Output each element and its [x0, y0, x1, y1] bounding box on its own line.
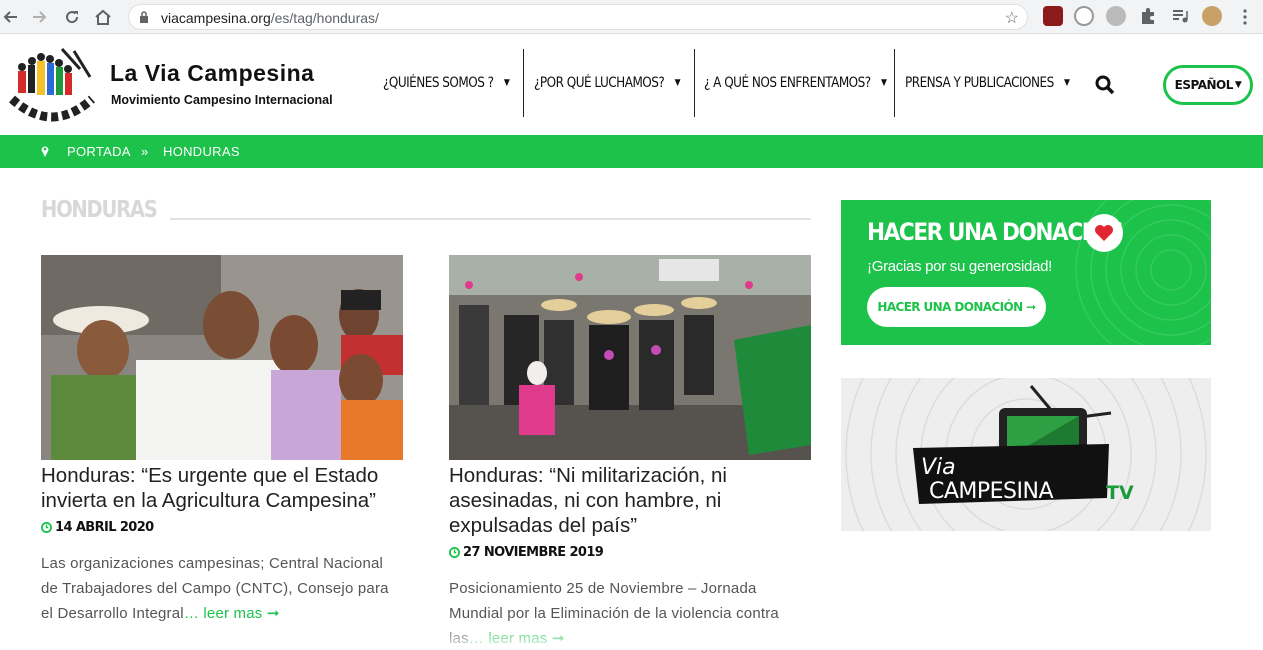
browser-menu-icon[interactable]	[1234, 6, 1256, 28]
article-date-text: 27 NOVIEMBRE 2019	[463, 545, 604, 560]
article-card: Honduras: “Es urgente que el Estado invi…	[41, 255, 403, 626]
donate-button[interactable]: HACER UNA DONACIÓN ➞	[867, 287, 1046, 327]
search-icon[interactable]	[1095, 75, 1115, 95]
la-via-campesina-logo[interactable]	[2, 43, 102, 131]
caret-down-icon: ▼	[1064, 78, 1070, 88]
lock-icon	[140, 11, 148, 23]
bookmark-star-icon[interactable]: ☆	[1005, 8, 1019, 28]
article-date: 27 NOVIEMBRE 2019	[449, 545, 811, 560]
breadcrumb-separator: »	[141, 144, 149, 159]
home-icon[interactable]	[92, 6, 114, 28]
caret-down-icon: ▼	[880, 78, 887, 88]
pdf-extension-icon[interactable]	[1043, 6, 1063, 26]
profile-avatar-icon[interactable]	[1202, 6, 1222, 26]
article-image[interactable]	[41, 255, 403, 460]
article-card: Honduras: “Ni militarización, ni asesina…	[449, 255, 811, 650]
menu-divider	[523, 49, 524, 117]
read-more-link[interactable]: … leer mas ➞	[469, 630, 565, 647]
shield-extension-icon[interactable]	[1074, 6, 1094, 26]
menu-label: PRENSA Y PUBLICACIONES	[905, 75, 1054, 91]
caret-down-icon: ▼	[674, 78, 681, 88]
tv-logo-text-2: CAMPESINA	[929, 479, 1053, 504]
article-image[interactable]	[449, 255, 811, 460]
article-excerpt: Las organizaciones campesinas; Central N…	[41, 551, 403, 626]
site-header: La Via Campesina Movimiento Campesino In…	[0, 35, 1263, 135]
clock-icon	[449, 547, 460, 558]
url-text: viacampesina.org/es/tag/honduras/	[161, 10, 379, 26]
menu-por-que-luchamos[interactable]: ¿POR QUÉ LUCHAMOS? ▼	[534, 49, 681, 117]
title-divider	[170, 218, 811, 220]
menu-label: ¿POR QUÉ LUCHAMOS?	[534, 75, 665, 91]
menu-a-que-nos-enfrentamos[interactable]: ¿ A QUÉ NOS ENFRENTAMOS? ▼	[704, 49, 887, 117]
tv-logo-text-3: TV	[1106, 482, 1134, 504]
article-date-text: 14 ABRIL 2020	[55, 520, 154, 535]
language-label: ESPAÑOL	[1174, 78, 1234, 92]
reload-icon[interactable]	[61, 6, 83, 28]
forward-icon[interactable]	[28, 6, 50, 28]
gear-extension-icon[interactable]	[1106, 6, 1126, 26]
puzzle-extension-icon[interactable]	[1138, 6, 1158, 26]
via-campesina-tv-banner[interactable]: Via CAMPESINA TV	[841, 378, 1211, 531]
brand-title[interactable]: La Via Campesina	[110, 60, 314, 87]
menu-divider	[694, 49, 695, 117]
donation-widget: HACER UNA DONACIÓN ¡Gracias por su gener…	[841, 200, 1211, 345]
donation-subtitle: ¡Gracias por su generosidad!	[867, 258, 1053, 275]
clock-icon	[41, 522, 52, 533]
map-pin-icon	[41, 146, 49, 157]
donation-title: HACER UNA DONACIÓN	[867, 218, 1123, 246]
heart-icon	[1085, 214, 1123, 252]
article-title[interactable]: Honduras: “Es urgente que el Estado invi…	[41, 463, 403, 513]
page-title: HONDURAS	[41, 197, 158, 223]
media-queue-icon[interactable]	[1170, 6, 1190, 26]
breadcrumb: PORTADA » HONDURAS	[0, 135, 1263, 168]
menu-label: ¿QUIÉNES SOMOS ?	[383, 75, 494, 91]
brand-subtitle: Movimiento Campesino Internacional	[111, 93, 333, 107]
caret-down-icon: ▼	[503, 78, 510, 88]
article-title[interactable]: Honduras: “Ni militarización, ni asesina…	[449, 463, 811, 538]
read-more-link[interactable]: … leer mas ➞	[184, 605, 280, 622]
tv-logo-text-1: Via	[921, 455, 956, 480]
back-icon[interactable]	[0, 6, 22, 28]
menu-divider	[894, 49, 895, 117]
address-bar[interactable]: viacampesina.org/es/tag/honduras/ ☆	[128, 4, 1028, 30]
menu-quienes-somos[interactable]: ¿QUIÉNES SOMOS ? ▼	[383, 49, 510, 117]
breadcrumb-current: HONDURAS	[163, 144, 240, 159]
article-date: 14 ABRIL 2020	[41, 520, 403, 535]
language-selector[interactable]: ESPAÑOL ▼	[1163, 65, 1253, 105]
breadcrumb-home[interactable]: PORTADA	[67, 144, 131, 159]
article-excerpt: Posicionamiento 25 de Noviembre – Jornad…	[449, 576, 811, 650]
caret-down-icon: ▼	[1234, 80, 1242, 90]
browser-toolbar: viacampesina.org/es/tag/honduras/ ☆	[0, 0, 1263, 34]
menu-label: ¿ A QUÉ NOS ENFRENTAMOS?	[704, 75, 871, 91]
via-campesina-tv-logo: Via CAMPESINA TV	[845, 378, 1207, 531]
menu-prensa-y-publicaciones[interactable]: PRENSA Y PUBLICACIONES ▼	[905, 49, 1070, 117]
